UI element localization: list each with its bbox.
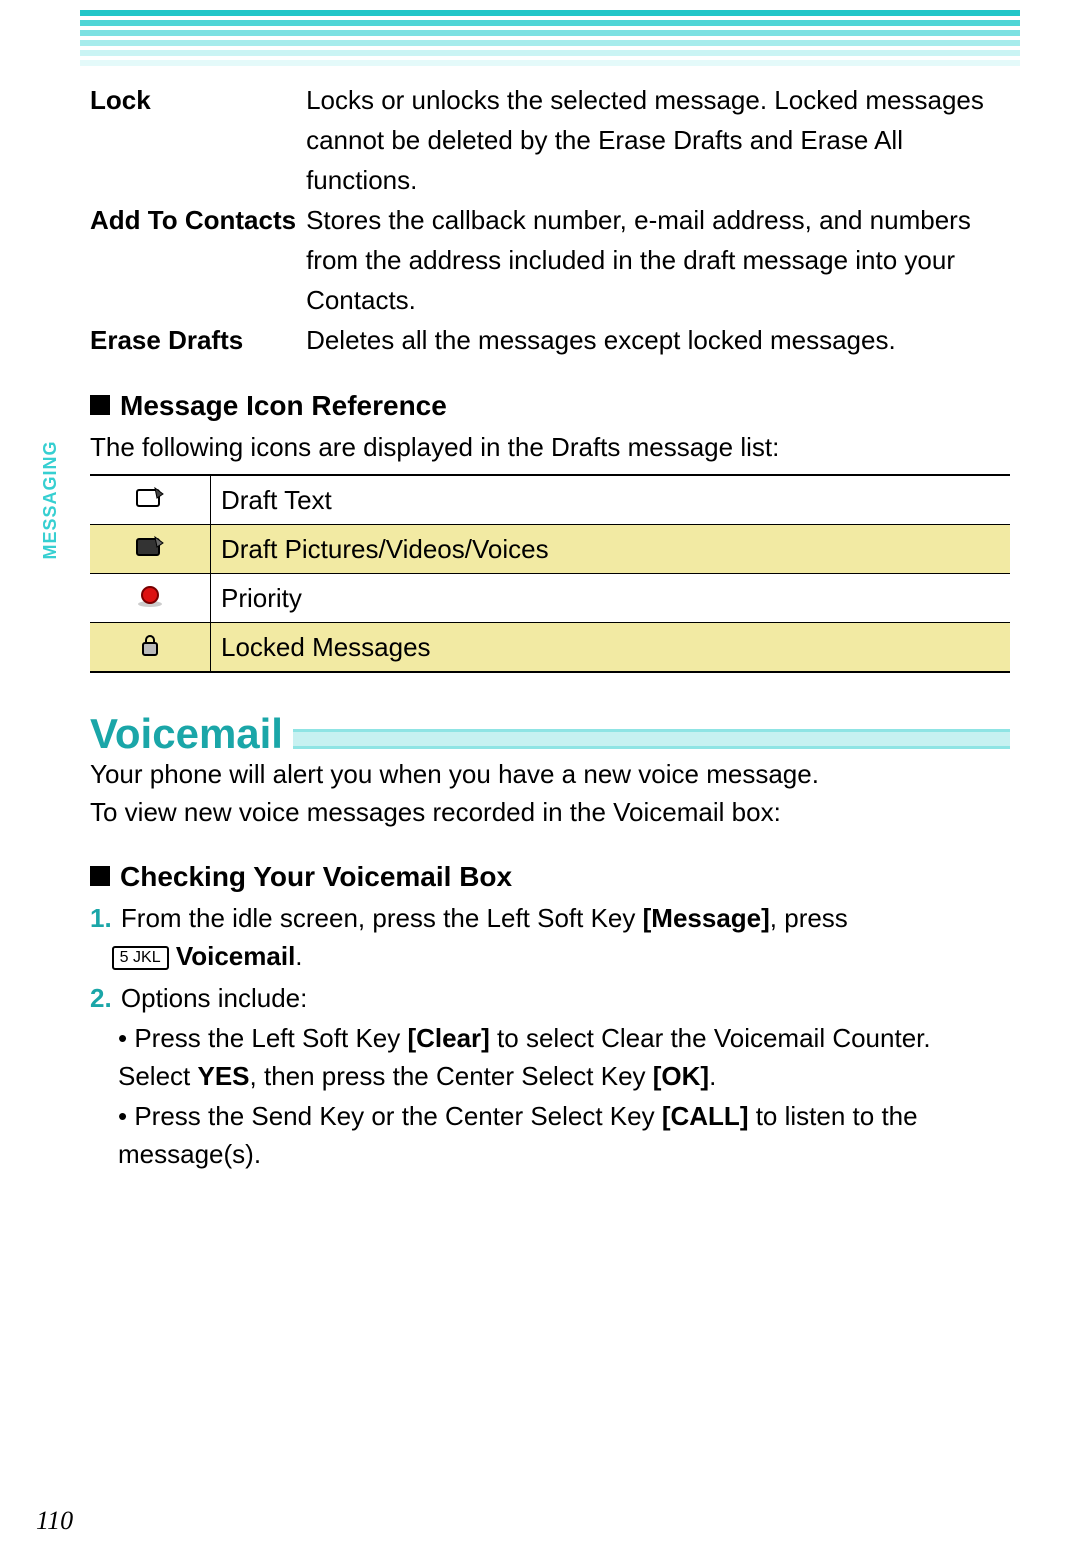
icon-label: Draft Text xyxy=(211,475,1011,525)
keycap-5jkl-icon: 5 JKL xyxy=(112,946,169,970)
definition-term: Add To Contacts xyxy=(90,200,306,320)
table-row: Priority xyxy=(90,574,1010,623)
subheading-text: Checking Your Voicemail Box xyxy=(120,861,512,892)
bullet-square-icon xyxy=(90,866,110,886)
icon-reference-intro: The following icons are displayed in the… xyxy=(90,428,1010,466)
step-text: , press xyxy=(770,903,848,933)
steps-list: 1. From the idle screen, press the Left … xyxy=(90,899,1010,1173)
table-row: Draft Pictures/Videos/Voices xyxy=(90,525,1010,574)
option-text: Press the Send Key or the Center Select … xyxy=(134,1101,662,1131)
voicemail-intro: Your phone will alert you when you have … xyxy=(90,755,1010,831)
manual-page: MESSAGING Lock Locks or unlocks the sele… xyxy=(0,0,1080,1566)
lock-icon xyxy=(90,623,211,673)
option-item: Press the Send Key or the Center Select … xyxy=(118,1097,1010,1173)
step-text: Options include: xyxy=(121,983,307,1013)
definition-desc: Deletes all the messages except locked m… xyxy=(306,320,1010,360)
definition-row: Lock Locks or unlocks the selected messa… xyxy=(90,80,1010,200)
step-bold: Voicemail xyxy=(176,941,295,971)
table-row: Draft Text xyxy=(90,475,1010,525)
section-title-text: Voicemail xyxy=(90,713,283,755)
option-item: Press the Left Soft Key [Clear] to selec… xyxy=(118,1019,1010,1095)
page-number: 110 xyxy=(36,1506,73,1536)
definition-term: Erase Drafts xyxy=(90,320,306,360)
step-item: 1. From the idle screen, press the Left … xyxy=(90,899,1010,975)
option-text: , then press the Center Select Key xyxy=(250,1061,653,1091)
step-bold: [Message] xyxy=(643,903,770,933)
step-item: 2. Options include: Press the Left Soft … xyxy=(90,979,1010,1173)
option-text: . xyxy=(709,1061,716,1091)
icon-label: Priority xyxy=(211,574,1011,623)
icon-reference-table: Draft Text Draft Pictures/Videos/Voices … xyxy=(90,474,1010,673)
definition-desc: Locks or unlocks the selected message. L… xyxy=(306,80,1010,200)
definition-term: Lock xyxy=(90,80,306,200)
icon-label: Draft Pictures/Videos/Voices xyxy=(211,525,1011,574)
decorative-header-bars xyxy=(80,10,1020,70)
table-row: Locked Messages xyxy=(90,623,1010,673)
subheading-checking-voicemail: Checking Your Voicemail Box xyxy=(90,861,1010,893)
bullet-square-icon xyxy=(90,395,110,415)
definition-row: Erase Drafts Deletes all the messages ex… xyxy=(90,320,1010,360)
definition-desc: Stores the callback number, e-mail addre… xyxy=(306,200,1010,320)
section-tab-label: MESSAGING xyxy=(40,440,61,559)
page-content: Lock Locks or unlocks the selected messa… xyxy=(90,80,1010,1177)
definition-row: Add To Contacts Stores the callback numb… xyxy=(90,200,1010,320)
icon-label: Locked Messages xyxy=(211,623,1011,673)
option-bold: [OK] xyxy=(653,1061,709,1091)
step-text: From the idle screen, press the Left Sof… xyxy=(121,903,643,933)
draft-media-icon xyxy=(90,525,211,574)
option-text: Press the Left Soft Key xyxy=(134,1023,407,1053)
section-title-rule xyxy=(293,729,1010,749)
option-bold: [CALL] xyxy=(662,1101,749,1131)
option-bold: [Clear] xyxy=(407,1023,489,1053)
section-heading-voicemail: Voicemail xyxy=(90,713,1010,755)
step-number: 2. xyxy=(90,983,112,1013)
step-number: 1. xyxy=(90,903,112,933)
step-text: . xyxy=(295,941,302,971)
priority-icon xyxy=(90,574,211,623)
draft-text-icon xyxy=(90,475,211,525)
subheading-text: Message Icon Reference xyxy=(120,390,447,421)
option-bold: YES xyxy=(198,1061,250,1091)
subheading-message-icon-reference: Message Icon Reference xyxy=(90,390,1010,422)
options-list: Press the Left Soft Key [Clear] to selec… xyxy=(90,1019,1010,1173)
definition-list: Lock Locks or unlocks the selected messa… xyxy=(90,80,1010,360)
